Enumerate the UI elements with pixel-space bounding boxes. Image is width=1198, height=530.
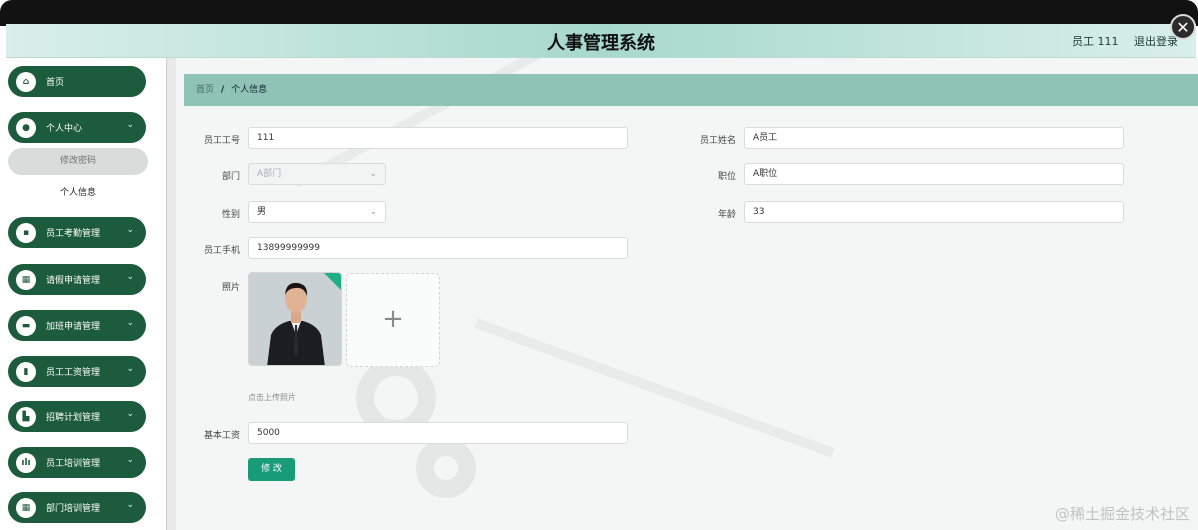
sidebar-item-attendance[interactable]: ▪ 员工考勤管理 ⌄ <box>8 217 146 248</box>
department-label: 部门 <box>221 172 240 182</box>
sidebar-item-label: 加班申请管理 <box>46 322 101 332</box>
chevron-down-icon: ⌄ <box>369 207 377 217</box>
sidebar: ⌂ 首页 ● 个人中心 ⌄ 修改密码 个人信息 ▪ 员工考勤管理 ⌄ ▦ 请假申… <box>6 58 166 530</box>
photo-label: 照片 <box>221 283 240 293</box>
sidebar-item-employee-training[interactable]: ılı 员工培训管理 ⌄ <box>8 447 146 478</box>
chevron-down-icon: ⌄ <box>126 225 134 235</box>
modify-button[interactable]: 修 改 <box>248 458 295 481</box>
sidebar-item-dept-training[interactable]: ▦ 部门培训管理 ⌄ <box>8 492 146 523</box>
position-label: 职位 <box>717 172 736 182</box>
gender-label: 性别 <box>221 210 240 220</box>
sidebar-subitem-change-password[interactable]: 修改密码 <box>8 148 148 175</box>
chevron-down-icon: ⌄ <box>369 169 377 179</box>
person-photo-image <box>249 273 341 365</box>
sidebar-item-label: 部门培训管理 <box>46 504 101 514</box>
salary-label: 基本工资 <box>203 431 240 441</box>
chevron-down-icon: ⌄ <box>126 272 134 282</box>
sidebar-subitem-personal-info[interactable]: 个人信息 <box>8 180 148 207</box>
upload-hint: 点击上传照片 <box>248 393 296 402</box>
sidebar-item-recruitment[interactable]: ▙ 招聘计划管理 ⌄ <box>8 401 146 432</box>
employee-no-field[interactable]: 111 <box>248 127 628 149</box>
bar-chart-icon: ılı <box>16 452 36 473</box>
main-content: 首页 / 个人信息 员工工号 111 员工姓名 A员工 部门 A部门 ⌄ 职位 … <box>176 58 1198 530</box>
grid-icon: ▦ <box>16 497 36 518</box>
department-value: A部门 <box>257 169 282 179</box>
employee-name-label: 员工姓名 <box>699 136 736 146</box>
sidebar-item-overtime[interactable]: ▬ 加班申请管理 ⌄ <box>8 310 146 341</box>
user-icon: ● <box>16 117 36 138</box>
chevron-down-icon: ⌄ <box>126 120 134 130</box>
employee-no-label: 员工工号 <box>203 136 240 146</box>
clipboard-icon: ▪ <box>16 222 36 243</box>
window-titlebar <box>0 0 1198 26</box>
sidebar-item-leave[interactable]: ▦ 请假申请管理 ⌄ <box>8 264 146 295</box>
logout-link[interactable]: 退出登录 <box>1134 35 1178 48</box>
sidebar-item-label: 员工考勤管理 <box>46 229 101 239</box>
chart-icon: ▙ <box>16 406 36 427</box>
gender-value: 男 <box>257 207 267 217</box>
sidebar-item-label: 请假申请管理 <box>46 276 101 286</box>
employee-name-field[interactable]: A员工 <box>744 127 1124 149</box>
document-icon: ▮ <box>16 361 36 382</box>
employee-photo[interactable] <box>248 272 342 366</box>
grid-icon: ▦ <box>16 269 36 290</box>
chevron-down-icon: ⌄ <box>126 455 134 465</box>
sidebar-item-label: 个人中心 <box>46 124 83 134</box>
home-icon: ⌂ <box>16 71 36 92</box>
briefcase-icon: ▬ <box>16 315 36 336</box>
sidebar-item-personal-center[interactable]: ● 个人中心 ⌄ <box>8 112 146 143</box>
current-user-label: 员工 111 <box>1072 35 1119 48</box>
sidebar-item-label: 首页 <box>46 78 65 88</box>
sidebar-scrollbar[interactable] <box>166 58 176 530</box>
user-box: 员工 111 退出登录 <box>1060 33 1178 49</box>
chevron-down-icon: ⌄ <box>126 364 134 374</box>
sidebar-item-label: 员工工资管理 <box>46 368 101 378</box>
sidebar-item-label: 招聘计划管理 <box>46 413 101 423</box>
age-label: 年龄 <box>717 210 736 220</box>
sidebar-item-salary[interactable]: ▮ 员工工资管理 ⌄ <box>8 356 146 387</box>
phone-label: 员工手机 <box>203 246 240 256</box>
gender-select[interactable]: 男 ⌄ <box>248 201 386 223</box>
salary-field[interactable]: 5000 <box>248 422 628 444</box>
app-header: 人事管理系统 员工 111 退出登录 <box>6 24 1196 58</box>
watermark: @稀土掘金技术社区 <box>1054 505 1190 523</box>
sidebar-item-home[interactable]: ⌂ 首页 <box>8 66 146 97</box>
photo-upload-button[interactable]: + <box>346 273 440 367</box>
phone-field[interactable]: 13899999999 <box>248 237 628 259</box>
close-icon[interactable]: ✕ <box>1170 14 1196 40</box>
department-select[interactable]: A部门 ⌄ <box>248 163 386 185</box>
app-title: 人事管理系统 <box>547 33 655 54</box>
sidebar-item-label: 员工培训管理 <box>46 459 101 469</box>
age-field[interactable]: 33 <box>744 201 1124 223</box>
plus-icon: + <box>382 304 404 334</box>
position-field[interactable]: A职位 <box>744 163 1124 185</box>
chevron-down-icon: ⌄ <box>126 318 134 328</box>
chevron-down-icon: ⌄ <box>126 409 134 419</box>
chevron-down-icon: ⌄ <box>126 500 134 510</box>
personal-info-form: 员工工号 111 员工姓名 A员工 部门 A部门 ⌄ 职位 A职位 性别 男 ⌄… <box>176 58 1198 530</box>
